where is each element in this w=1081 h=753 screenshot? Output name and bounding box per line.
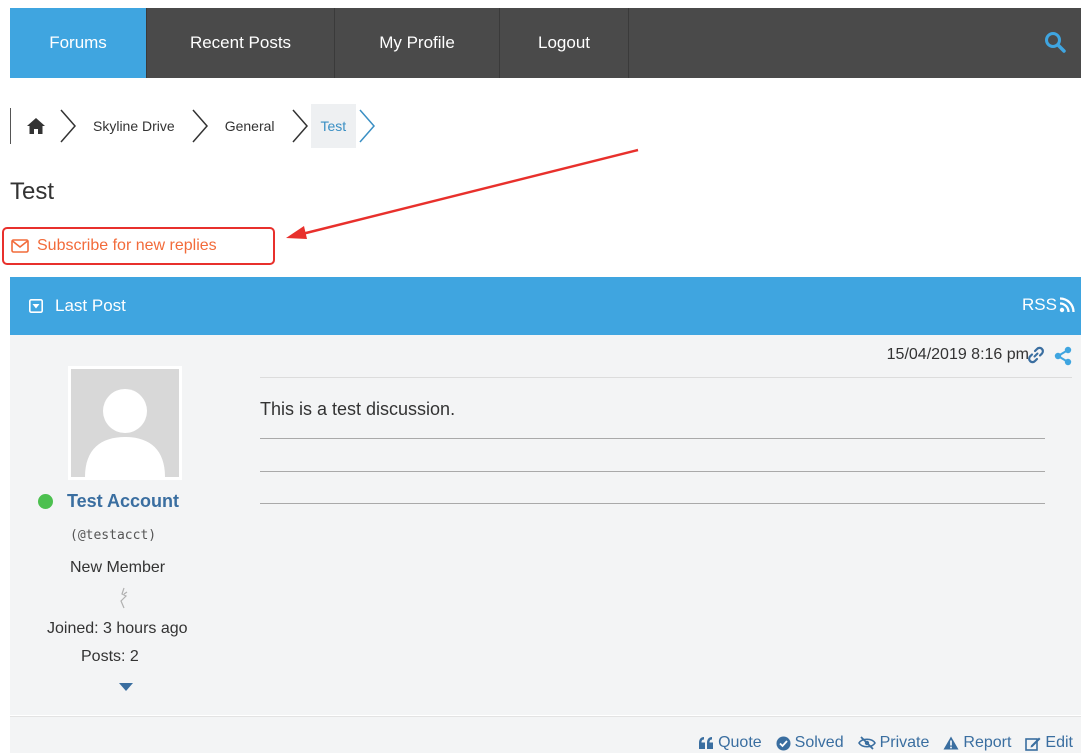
envelope-icon	[11, 239, 29, 253]
top-nav: Forums Recent Posts My Profile Logout	[10, 8, 1081, 78]
permalink-icon[interactable]	[1027, 346, 1045, 364]
nav-forums[interactable]: Forums	[10, 8, 147, 78]
private-button[interactable]: Private	[857, 734, 930, 752]
nav-logout-label: Logout	[538, 33, 590, 52]
quote-label: Quote	[718, 734, 762, 751]
quote-button[interactable]: Quote	[698, 734, 762, 752]
post-actions: Quote Solved Private Report Edit	[684, 734, 1073, 752]
report-button[interactable]: Report	[943, 734, 1011, 752]
private-label: Private	[879, 734, 930, 751]
author-joined: Joined: 3 hours ago	[47, 620, 188, 637]
author-handle: (@testacct)	[70, 528, 157, 543]
page-title: Test	[10, 178, 55, 205]
eye-slash-icon	[857, 736, 876, 750]
nav-recent-posts[interactable]: Recent Posts	[147, 8, 335, 78]
warning-icon	[943, 736, 959, 750]
chevron-right-icon	[192, 109, 208, 143]
content-line	[260, 503, 1045, 504]
content-divider	[260, 377, 1072, 378]
content-line	[260, 471, 1045, 472]
edit-label: Edit	[1045, 734, 1073, 751]
caret-down-icon[interactable]	[119, 682, 133, 692]
nav-logout[interactable]: Logout	[500, 8, 629, 78]
nav-recent-posts-label: Recent Posts	[189, 33, 292, 52]
post-header: Last Post RSS	[10, 277, 1081, 335]
avatar-placeholder-icon	[71, 369, 179, 477]
breadcrumb-skyline-drive[interactable]: Skyline Drive	[89, 104, 179, 148]
avatar[interactable]	[68, 366, 182, 480]
annotation-arrow	[286, 148, 639, 239]
author-rank: New Member	[70, 559, 166, 576]
post-header-title: Last Post	[55, 296, 126, 315]
report-label: Report	[963, 734, 1012, 751]
nav-my-profile-label: My Profile	[379, 33, 455, 52]
author-name-label: Test Account	[67, 491, 180, 511]
nav-forums-label: Forums	[49, 33, 107, 52]
chevron-right-icon	[60, 109, 76, 143]
solved-label: Solved	[794, 734, 844, 751]
content-line	[260, 438, 1045, 439]
post-date: 15/04/2019 8:16 pm	[886, 346, 1029, 363]
rank-star-icon	[120, 587, 128, 609]
solved-button[interactable]: Solved	[776, 734, 844, 752]
nav-my-profile[interactable]: My Profile	[335, 8, 500, 78]
edit-button[interactable]: Edit	[1025, 734, 1073, 752]
check-circle-icon	[776, 736, 791, 750]
rss-label: RSS	[1022, 295, 1057, 314]
subscribe-label: Subscribe for new replies	[37, 237, 217, 254]
quote-icon	[699, 737, 714, 749]
online-status-icon	[38, 494, 53, 509]
search-icon[interactable]	[1043, 30, 1067, 54]
author-name[interactable]: Test Account	[38, 491, 179, 512]
subscribe-button[interactable]: Subscribe for new replies	[2, 227, 275, 265]
edit-icon	[1025, 737, 1041, 751]
rss-link[interactable]: RSS	[1022, 295, 1075, 315]
post-content: This is a test discussion.	[260, 399, 456, 419]
rss-icon	[1059, 297, 1075, 313]
collapse-toggle-icon[interactable]	[29, 299, 43, 313]
author-post-count: Posts: 2	[81, 648, 139, 665]
share-icon[interactable]	[1053, 346, 1073, 366]
breadcrumb-divider	[10, 108, 11, 144]
home-icon[interactable]	[25, 116, 47, 136]
